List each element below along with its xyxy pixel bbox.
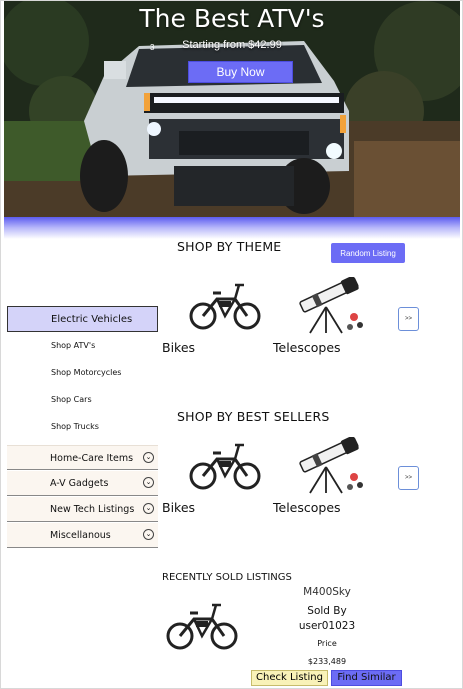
ebike-icon[interactable] xyxy=(189,439,261,491)
sidebar-item-label: New Tech Listings xyxy=(50,504,135,515)
chevron-down-icon: ⌄ xyxy=(143,529,154,540)
sidebar-subitem-cars[interactable]: Shop Cars xyxy=(7,386,158,413)
truck-hero-image xyxy=(4,1,460,217)
bestseller-item-bikes[interactable]: Bikes xyxy=(162,500,195,515)
theme-item-telescopes[interactable]: Telescopes xyxy=(273,340,341,355)
sidebar-item-label: A-V Gadgets xyxy=(50,478,109,489)
find-similar-button[interactable]: Find Similar xyxy=(331,670,402,686)
recent-section-title: RECENTLY SOLD LISTINGS xyxy=(162,572,292,583)
sold-by-label: Sold By xyxy=(307,605,347,617)
sidebar-item-av-gadgets[interactable]: A-V Gadgets ⌄ xyxy=(7,471,158,496)
price-label: Price xyxy=(317,639,337,648)
chevron-down-icon: ⌄ xyxy=(143,477,154,488)
bestseller-item-telescopes[interactable]: Telescopes xyxy=(273,500,341,515)
hero-gradient-divider xyxy=(4,217,460,239)
bestsellers-section-title: SHOP BY BEST SELLERS xyxy=(177,409,330,424)
price-value: $233,489 xyxy=(307,657,347,666)
hero-banner: The Best ATV's Starting from $42.99 Buy … xyxy=(4,1,460,217)
telescope-icon[interactable] xyxy=(292,437,368,495)
hero-title: The Best ATV's xyxy=(139,4,325,33)
chevron-down-icon: ⌄ xyxy=(143,452,154,463)
theme-next-button[interactable]: >> xyxy=(398,307,419,331)
recent-product-name: M400Sky xyxy=(303,586,351,598)
buy-now-button[interactable]: Buy Now xyxy=(188,61,293,83)
sidebar-item-home-care[interactable]: Home-Care Items ⌄ xyxy=(7,445,158,470)
sidebar-item-label: Home-Care Items xyxy=(50,453,134,464)
sidebar-subitem-motorcycles[interactable]: Shop Motorcycles xyxy=(7,359,158,386)
sidebar-item-miscellanous[interactable]: Miscellanous ⌄ xyxy=(7,523,158,548)
page-frame: The Best ATV's Starting from $42.99 Buy … xyxy=(0,0,463,689)
bestsellers-next-button[interactable]: >> xyxy=(398,466,419,490)
sidebar-subitem-atvs[interactable]: Shop ATV's xyxy=(7,332,158,359)
category-sidebar: Electric Vehicles Shop ATV's Shop Motorc… xyxy=(7,306,158,440)
random-listing-button[interactable]: Random Listing xyxy=(331,243,405,263)
theme-section-title: SHOP BY THEME xyxy=(177,239,282,254)
check-listing-button[interactable]: Check Listing xyxy=(251,670,328,686)
sidebar-subitem-trucks[interactable]: Shop Trucks xyxy=(7,413,158,440)
hero-subtitle: Starting from $42.99 xyxy=(182,39,282,51)
ebike-icon[interactable] xyxy=(165,599,239,651)
sidebar-item-new-tech[interactable]: New Tech Listings ⌄ xyxy=(7,497,158,522)
seller-name: user01023 xyxy=(298,620,356,632)
plate-badge: 3 xyxy=(150,43,155,52)
telescope-icon[interactable] xyxy=(292,277,368,335)
ebike-icon[interactable] xyxy=(189,279,261,331)
chevron-down-icon: ⌄ xyxy=(143,503,154,514)
theme-item-bikes[interactable]: Bikes xyxy=(162,340,195,355)
sidebar-item-label: Miscellanous xyxy=(50,530,111,541)
sidebar-item-electric-vehicles[interactable]: Electric Vehicles xyxy=(7,306,158,332)
